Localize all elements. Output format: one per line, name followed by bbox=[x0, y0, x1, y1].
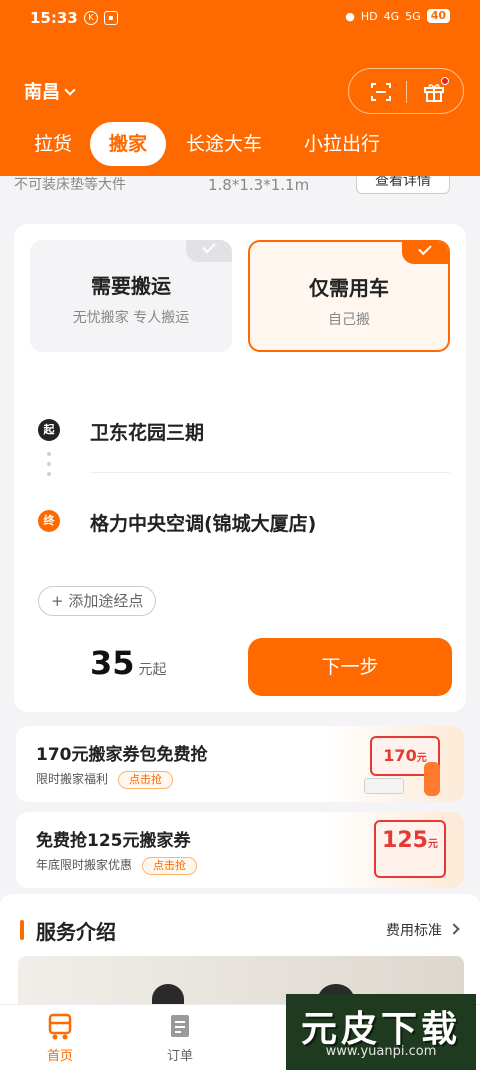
coupon-value: 170 bbox=[383, 746, 417, 765]
vehicle-note: 不可装床垫等大件 bbox=[14, 177, 126, 193]
battery-indicator: 40 bbox=[426, 9, 450, 23]
service-title: 服务介绍 bbox=[36, 920, 116, 944]
promo-subtitle: 年底限时搬家优惠 点击抢 bbox=[36, 856, 198, 875]
section-accent-bar bbox=[20, 920, 24, 940]
gift-icon[interactable] bbox=[423, 81, 445, 103]
nav-orders[interactable]: 订单 bbox=[140, 1013, 220, 1064]
signal-label-4g: 4G bbox=[383, 9, 400, 23]
notification-dot bbox=[441, 77, 449, 85]
grab-tag[interactable]: 点击抢 bbox=[142, 857, 198, 875]
nav-home[interactable]: 首页 bbox=[20, 1013, 100, 1064]
status-bar: 15:33 K ▪ ● HD 4G 5G 40 bbox=[0, 0, 480, 36]
coupon-icon: 125元 bbox=[374, 820, 446, 878]
notification-icon: K bbox=[84, 11, 98, 25]
grab-tag[interactable]: 点击抢 bbox=[118, 771, 174, 789]
status-indicators: ● HD 4G 5G 40 bbox=[345, 9, 450, 23]
price-display: 35 元起 bbox=[90, 644, 167, 682]
end-address[interactable]: 格力中央空调(锦城大厦店) bbox=[90, 509, 316, 536]
location-icon: ● bbox=[345, 9, 355, 23]
city-label: 南昌 bbox=[24, 82, 60, 103]
chevron-down-icon bbox=[64, 84, 76, 96]
chevron-right-icon[interactable] bbox=[448, 923, 460, 935]
mode-subtitle: 无忧搬家 专人搬运 bbox=[72, 310, 190, 326]
tab-moving[interactable]: 搬家 bbox=[90, 122, 166, 166]
status-time: 15:33 bbox=[30, 9, 78, 27]
app-header: 15:33 K ▪ ● HD 4G 5G 40 南昌 拉货 搬家 长途大车 小拉… bbox=[0, 0, 480, 176]
signal-label-hd: HD bbox=[360, 9, 378, 23]
promo-title: 170元搬家券包免费抢 bbox=[36, 745, 208, 765]
app-notification-icon: ▪ bbox=[104, 11, 118, 25]
coupon-unit: 元 bbox=[427, 839, 438, 850]
promo-card[interactable]: 免费抢125元搬家券 年底限时搬家优惠 点击抢 125元 bbox=[16, 812, 464, 888]
scan-icon[interactable] bbox=[371, 82, 391, 102]
nav-orders-label: 订单 bbox=[166, 1049, 193, 1064]
tab-ride[interactable]: 小拉出行 bbox=[292, 122, 392, 166]
tab-long-haul[interactable]: 长途大车 bbox=[176, 122, 272, 166]
pill-divider bbox=[406, 81, 407, 103]
mode-subtitle: 自己搬 bbox=[328, 312, 370, 328]
header-action-pill bbox=[348, 68, 464, 114]
mode-title: 仅需用车 bbox=[309, 276, 389, 300]
coupon-value: 125 bbox=[382, 828, 428, 853]
mode-vehicle-only[interactable]: 仅需用车 自己搬 bbox=[248, 240, 450, 352]
coupon-unit: 元 bbox=[416, 753, 427, 764]
start-badge: 起 bbox=[38, 419, 60, 441]
check-icon bbox=[418, 242, 432, 256]
vehicle-info-strip: 不可装床垫等大件 1.8*1.3*1.1m 查看详情 bbox=[0, 176, 480, 204]
fee-standard-link[interactable]: 费用标准 bbox=[386, 920, 442, 940]
watermark: 元皮下载 www.yuanpi.com bbox=[286, 994, 476, 1070]
route-connector bbox=[47, 452, 51, 500]
vehicle-size: 1.8*1.3*1.1m bbox=[208, 176, 310, 194]
tab-freight[interactable]: 拉货 bbox=[22, 122, 84, 166]
view-details-button[interactable]: 查看详情 bbox=[356, 176, 450, 194]
watermark-url: www.yuanpi.com bbox=[325, 1044, 437, 1059]
add-stop-button[interactable]: + 添加途经点 bbox=[38, 586, 157, 616]
promo-subtitle-text: 限时搬家福利 bbox=[36, 772, 109, 786]
document-icon bbox=[171, 1015, 189, 1037]
promo-title: 免费抢125元搬家券 bbox=[36, 831, 191, 851]
coupon-illustration: 170元 bbox=[324, 726, 464, 802]
start-address[interactable]: 卫东花园三期 bbox=[90, 418, 204, 445]
end-badge: 终 bbox=[38, 510, 60, 532]
truck-icon bbox=[364, 778, 404, 794]
truck-home-icon bbox=[48, 1013, 72, 1040]
promo-subtitle: 限时搬家福利 点击抢 bbox=[36, 770, 174, 789]
route-divider bbox=[90, 472, 450, 473]
promo-card[interactable]: 170元搬家券包免费抢 限时搬家福利 点击抢 170元 bbox=[16, 726, 464, 802]
mover-icon bbox=[424, 762, 440, 796]
next-step-button[interactable]: 下一步 bbox=[248, 638, 452, 696]
signal-label-5g: 5G bbox=[405, 9, 421, 23]
category-tabs: 拉货 搬家 长途大车 小拉出行 bbox=[0, 120, 480, 166]
price-value: 35 bbox=[90, 644, 135, 682]
city-selector[interactable]: 南昌 bbox=[24, 78, 76, 104]
nav-home-label: 首页 bbox=[46, 1049, 73, 1064]
checked-corner bbox=[402, 242, 448, 264]
check-icon bbox=[202, 240, 216, 254]
coupon-illustration: 125元 bbox=[324, 812, 464, 888]
order-card: 需要搬运 无忧搬家 专人搬运 仅需用车 自己搬 起 卫东花园三期 终 格力中央空… bbox=[14, 224, 466, 712]
price-unit: 元起 bbox=[138, 662, 167, 678]
mode-title: 需要搬运 bbox=[91, 274, 171, 298]
promo-subtitle-text: 年底限时搬家优惠 bbox=[36, 858, 133, 872]
unchecked-corner bbox=[186, 240, 232, 262]
mode-need-carry[interactable]: 需要搬运 无忧搬家 专人搬运 bbox=[30, 240, 232, 352]
